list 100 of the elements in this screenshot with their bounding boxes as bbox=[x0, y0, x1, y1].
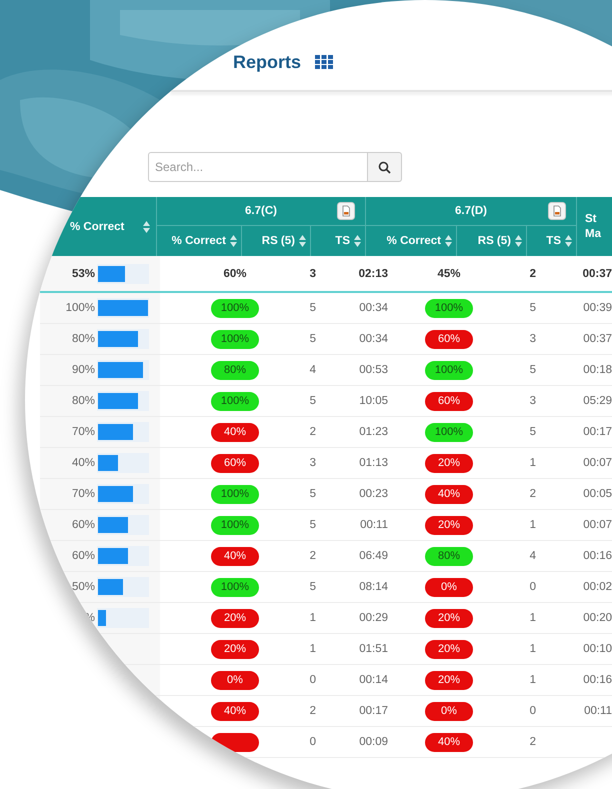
score-badge: 0% bbox=[425, 702, 473, 720]
table-cell: 00:11 bbox=[584, 705, 612, 717]
table-cell: 5 bbox=[310, 302, 316, 314]
sort-icon[interactable] bbox=[299, 235, 306, 247]
sort-icon[interactable] bbox=[354, 235, 361, 247]
table-cell: 80% bbox=[72, 333, 95, 345]
table-cell: 5 bbox=[310, 488, 316, 500]
table-cell: 00:07 bbox=[583, 457, 612, 469]
table-cell: 1 bbox=[530, 457, 536, 469]
score-badge: 60% bbox=[425, 330, 473, 348]
table-cell: 00:53 bbox=[359, 364, 388, 376]
table-cell: 3 bbox=[530, 395, 536, 407]
table-cell: 01:23 bbox=[359, 426, 388, 438]
table-cell: 2 bbox=[530, 736, 536, 748]
sort-icon[interactable] bbox=[143, 220, 150, 232]
table-cell: 08:14 bbox=[359, 581, 388, 593]
group-header: 6.7(C) bbox=[245, 205, 277, 217]
table-cell: 5 bbox=[310, 519, 316, 531]
search-button[interactable] bbox=[368, 152, 402, 182]
column-header[interactable]: % Correct bbox=[366, 226, 457, 256]
table-cell: 2 bbox=[310, 550, 316, 562]
table-cell: 00:07 bbox=[583, 519, 612, 531]
table-cell: 00:18 bbox=[583, 364, 612, 376]
table-cell: 00:37 bbox=[582, 268, 612, 280]
table-cell: 5 bbox=[310, 395, 316, 407]
score-badge: 20% bbox=[425, 608, 473, 628]
table-cell: 00:09 bbox=[359, 736, 388, 748]
score-badge: 60% bbox=[211, 454, 259, 472]
table-cell: 70% bbox=[72, 488, 95, 500]
sort-icon[interactable] bbox=[230, 235, 237, 247]
table-cell: 70% bbox=[72, 426, 95, 438]
table-cell: 00:10 bbox=[583, 643, 612, 655]
table-cell: 01:51 bbox=[359, 643, 388, 655]
table-cell: 5 bbox=[530, 426, 536, 438]
score-badge: 40% bbox=[425, 732, 473, 752]
score-badge: 80% bbox=[211, 360, 259, 380]
table-cell: 05:29 bbox=[583, 395, 612, 407]
table-cell: 5 bbox=[310, 581, 316, 593]
score-badge: 100% bbox=[425, 298, 473, 318]
document-icon[interactable] bbox=[548, 202, 566, 220]
column-header[interactable]: TS bbox=[527, 226, 577, 256]
table-cell-text: 60% bbox=[222, 268, 248, 280]
score-badge: 100% bbox=[211, 298, 259, 318]
score-badge: 100% bbox=[211, 484, 259, 504]
table-cell: 0 bbox=[310, 736, 316, 748]
table-cell: 4 bbox=[530, 550, 536, 562]
score-badge: 80% bbox=[425, 546, 473, 566]
column-header[interactable]: RS (5) bbox=[457, 226, 527, 256]
table-cell: 00:05 bbox=[583, 488, 612, 500]
sort-icon[interactable] bbox=[445, 235, 452, 247]
document-icon[interactable] bbox=[337, 202, 355, 220]
score-badge: 60% bbox=[425, 392, 473, 410]
table-cell: 00:16 bbox=[583, 674, 612, 686]
table-cell: 00:11 bbox=[360, 519, 388, 531]
table-cell: 53% bbox=[72, 268, 95, 280]
score-badge: 40% bbox=[211, 702, 259, 720]
column-header[interactable]: TS bbox=[311, 226, 366, 256]
table-cell: 100% bbox=[66, 302, 95, 314]
table-cell: 60% bbox=[72, 519, 95, 531]
table-cell: 3 bbox=[530, 333, 536, 345]
table-cell-text: 45% bbox=[436, 268, 462, 280]
score-badge: 20% bbox=[211, 640, 259, 658]
score-badge: 100% bbox=[211, 330, 259, 348]
column-header[interactable]: St Ma bbox=[585, 212, 602, 241]
table-cell: 00:20 bbox=[583, 612, 612, 624]
score-badge: 20% bbox=[425, 640, 473, 658]
column-header[interactable]: % Correct bbox=[70, 220, 124, 232]
table-cell: 00:16 bbox=[583, 550, 612, 562]
sort-icon[interactable] bbox=[515, 235, 522, 247]
table-cell: 00:37 bbox=[583, 333, 612, 345]
table-cell: 00:34 bbox=[359, 333, 388, 345]
table-cell: 40% bbox=[72, 457, 95, 469]
table-cell: 00:34 bbox=[359, 302, 388, 314]
table-cell: 3 bbox=[310, 457, 316, 469]
table-cell: 5 bbox=[310, 333, 316, 345]
table-cell: 0 bbox=[310, 674, 316, 686]
score-badge: 40% bbox=[211, 422, 259, 442]
score-badge: 100% bbox=[425, 360, 473, 380]
table-cell: 00:17 bbox=[583, 426, 612, 438]
search-field[interactable]: Search... bbox=[148, 152, 368, 182]
grid-icon[interactable] bbox=[315, 55, 334, 69]
table-cell: 5 bbox=[530, 302, 536, 314]
table-cell: 80% bbox=[72, 395, 95, 407]
score-badge: 100% bbox=[425, 422, 473, 442]
table-cell: 1 bbox=[530, 643, 536, 655]
table-cell: 2 bbox=[310, 426, 316, 438]
column-header[interactable]: RS (5) bbox=[242, 226, 311, 256]
score-badge: 0% bbox=[425, 578, 473, 596]
table-cell: 1 bbox=[530, 674, 536, 686]
score-badge: 20% bbox=[425, 670, 473, 690]
table-cell: 1 bbox=[530, 519, 536, 531]
score-badge: 100% bbox=[211, 578, 259, 596]
table-cell: 0 bbox=[530, 581, 536, 593]
table-cell: 00:02 bbox=[583, 581, 612, 593]
group-header: 6.7(D) bbox=[455, 205, 487, 217]
score-badge: 20% bbox=[425, 454, 473, 472]
sort-icon[interactable] bbox=[565, 235, 572, 247]
column-header[interactable]: % Correct bbox=[157, 226, 242, 256]
table-cell: 06:49 bbox=[359, 550, 388, 562]
score-badge: 100% bbox=[211, 392, 259, 410]
